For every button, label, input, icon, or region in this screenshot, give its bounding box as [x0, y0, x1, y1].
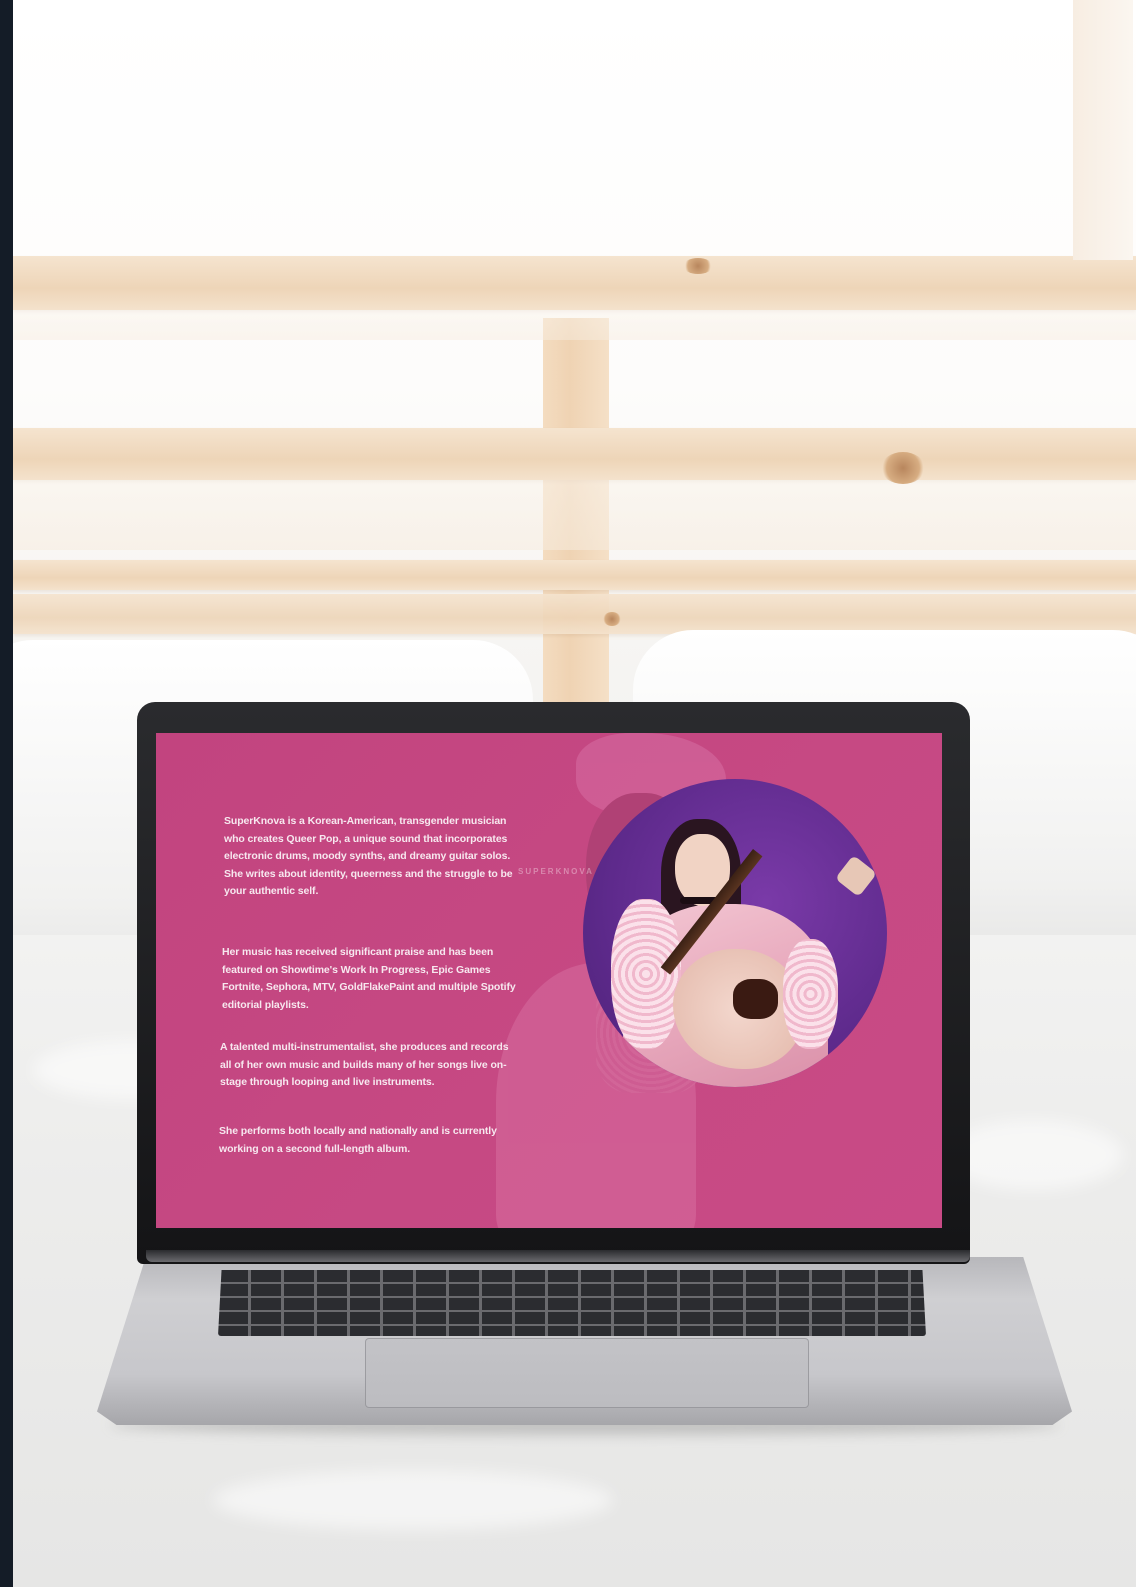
sleeve-shape	[783, 939, 838, 1049]
bio-paragraph-2: Her music has received significant prais…	[222, 946, 516, 1011]
window-frame	[1073, 0, 1133, 260]
keyboard	[218, 1270, 926, 1336]
shutter-slat	[13, 256, 1136, 310]
sheet-fold	[213, 1470, 613, 1530]
artist-portrait	[583, 779, 887, 1087]
shutter-slat	[13, 560, 1136, 590]
guitar-pickguard	[733, 979, 778, 1019]
shutter-slat	[13, 310, 1136, 340]
wood-knot	[603, 612, 621, 626]
laptop-screen: SUPERKNOVA SuperKnova is a Korean-Americ…	[156, 733, 942, 1228]
shutter-slat	[13, 594, 1136, 634]
shutter-slat	[13, 428, 1136, 480]
wood-knot	[881, 452, 925, 484]
sheet-fold	[943, 1120, 1123, 1190]
wood-knot	[683, 258, 713, 274]
bio-paragraph-3: A talented multi-instrumentalist, she pr…	[220, 1041, 509, 1088]
trackpad	[365, 1338, 809, 1408]
watermark-text: SUPERKNOVA	[518, 867, 594, 876]
bio-paragraph-1: SuperKnova is a Korean-American, transge…	[224, 815, 513, 897]
guitar-headstock	[834, 854, 878, 898]
shutter-slat	[13, 480, 1136, 550]
bio-paragraph-4: She performs both locally and nationally…	[219, 1125, 497, 1155]
laptop-hinge	[146, 1250, 970, 1262]
